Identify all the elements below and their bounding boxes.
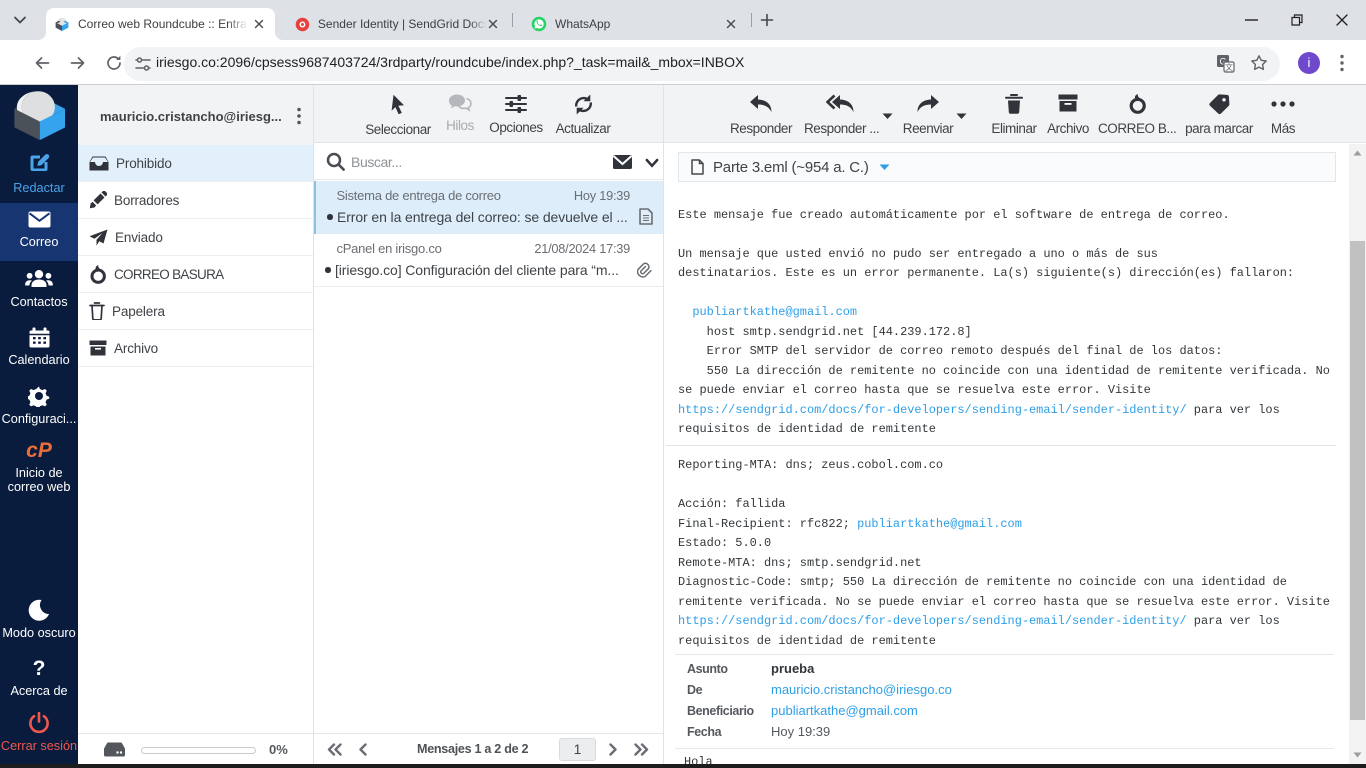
svg-text:文: 文	[1225, 62, 1233, 72]
